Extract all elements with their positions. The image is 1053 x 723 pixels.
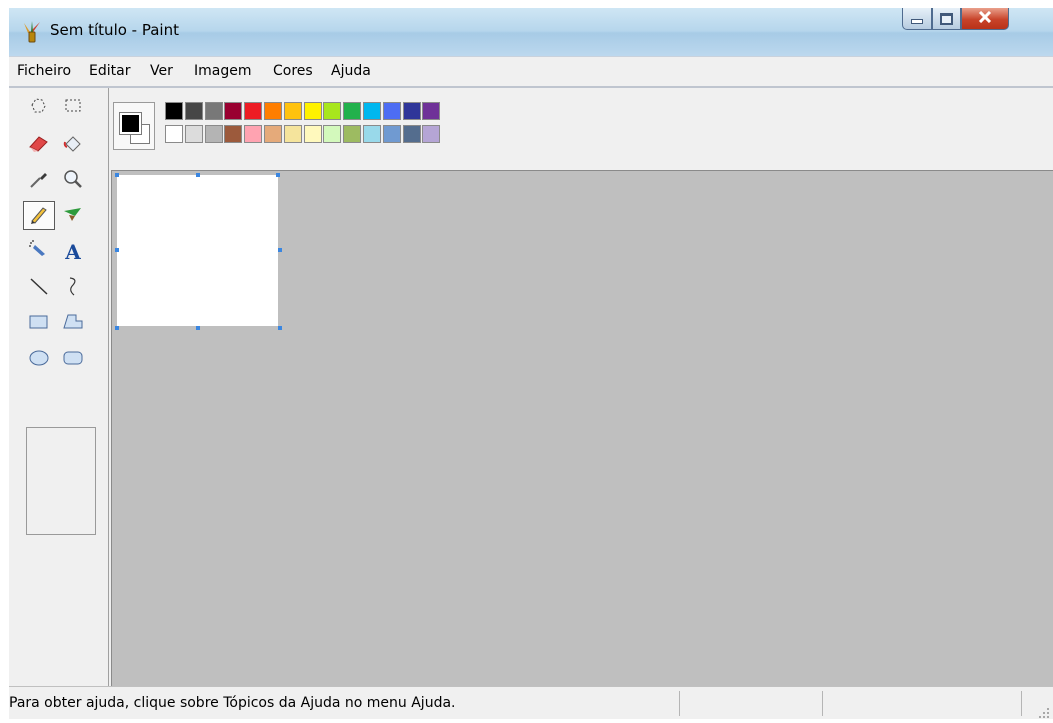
line-icon bbox=[27, 275, 51, 301]
resize-handle-corner[interactable] bbox=[278, 326, 282, 330]
palette-swatch[interactable] bbox=[165, 102, 183, 120]
foreground-color-swatch[interactable] bbox=[120, 113, 141, 134]
minimize-button[interactable] bbox=[902, 8, 932, 30]
free-form-select-icon bbox=[28, 96, 50, 120]
palette-swatch[interactable] bbox=[244, 102, 262, 120]
close-icon bbox=[978, 10, 992, 27]
palette-swatch[interactable] bbox=[383, 125, 401, 143]
drawing-canvas[interactable] bbox=[117, 175, 278, 326]
palette-swatch[interactable] bbox=[224, 102, 242, 120]
menu-ficheiro[interactable]: Ficheiro bbox=[17, 63, 71, 79]
brush-icon bbox=[61, 203, 85, 229]
tool-polygon[interactable] bbox=[57, 309, 89, 338]
palette-swatch[interactable] bbox=[304, 125, 322, 143]
paint-window: Sem título - Paint Ficheiro Editar Ver I… bbox=[9, 8, 1053, 719]
color-picker-icon bbox=[27, 168, 51, 194]
resize-handle bbox=[115, 248, 119, 252]
menu-cores[interactable]: Cores bbox=[273, 63, 313, 79]
window-title: Sem título - Paint bbox=[50, 21, 179, 39]
menu-ver[interactable]: Ver bbox=[150, 63, 173, 79]
status-separator bbox=[679, 691, 680, 716]
tool-free-form-select[interactable] bbox=[23, 93, 55, 122]
tool-select[interactable] bbox=[57, 93, 89, 122]
pencil-icon bbox=[27, 203, 51, 229]
tool-pencil[interactable] bbox=[23, 201, 55, 230]
menu-ajuda[interactable]: Ajuda bbox=[331, 63, 371, 79]
resize-handle bbox=[196, 173, 200, 177]
palette-swatch[interactable] bbox=[363, 102, 381, 120]
palette-swatch[interactable] bbox=[343, 102, 361, 120]
tool-text[interactable]: A bbox=[57, 237, 89, 266]
polygon-icon bbox=[61, 311, 85, 337]
toolbox: A bbox=[13, 88, 109, 686]
resize-handle bbox=[115, 173, 119, 177]
resize-handle bbox=[276, 173, 280, 177]
eraser-icon bbox=[27, 132, 51, 158]
palette-swatch[interactable] bbox=[323, 102, 341, 120]
fill-bucket-icon bbox=[61, 132, 85, 158]
resize-handle-right[interactable] bbox=[278, 248, 282, 252]
current-colors[interactable] bbox=[113, 102, 155, 150]
menu-bar: Ficheiro Editar Ver Imagem Cores Ajuda bbox=[9, 56, 1053, 86]
airbrush-icon bbox=[27, 239, 51, 265]
palette-swatch[interactable] bbox=[165, 125, 183, 143]
tool-options-box[interactable] bbox=[26, 427, 96, 535]
palette-swatch[interactable] bbox=[284, 125, 302, 143]
canvas-area[interactable] bbox=[111, 170, 1053, 686]
palette-swatch[interactable] bbox=[185, 125, 203, 143]
tool-color-picker[interactable] bbox=[23, 166, 55, 195]
resize-handle bbox=[115, 326, 119, 330]
status-text: Para obter ajuda, clique sobre Tópicos d… bbox=[9, 695, 456, 711]
menu-editar[interactable]: Editar bbox=[89, 63, 130, 79]
rectangle-icon bbox=[27, 311, 51, 337]
tool-rounded-rectangle[interactable] bbox=[57, 345, 89, 374]
minimize-icon bbox=[911, 19, 923, 24]
palette-swatch[interactable] bbox=[244, 125, 262, 143]
text-icon: A bbox=[65, 239, 81, 264]
tool-rectangle[interactable] bbox=[23, 309, 55, 338]
title-bar[interactable]: Sem título - Paint bbox=[9, 8, 1053, 56]
palette-swatch[interactable] bbox=[185, 102, 203, 120]
palette-swatch[interactable] bbox=[422, 102, 440, 120]
palette-swatch[interactable] bbox=[304, 102, 322, 120]
select-icon bbox=[62, 96, 84, 120]
tool-line[interactable] bbox=[23, 273, 55, 302]
palette-swatch[interactable] bbox=[422, 125, 440, 143]
palette-swatch[interactable] bbox=[284, 102, 302, 120]
tool-curve[interactable] bbox=[57, 273, 89, 302]
status-separator bbox=[1021, 691, 1022, 716]
tool-airbrush[interactable] bbox=[23, 237, 55, 266]
palette-swatch[interactable] bbox=[383, 102, 401, 120]
tool-brush[interactable] bbox=[57, 201, 89, 230]
palette-swatch[interactable] bbox=[205, 125, 223, 143]
palette-swatch[interactable] bbox=[363, 125, 381, 143]
paint-app-icon bbox=[21, 20, 43, 44]
maximize-button[interactable] bbox=[932, 8, 961, 30]
palette-swatch[interactable] bbox=[264, 102, 282, 120]
palette-swatch[interactable] bbox=[343, 125, 361, 143]
palette-swatch[interactable] bbox=[323, 125, 341, 143]
curve-icon bbox=[61, 275, 85, 301]
status-bar: Para obter ajuda, clique sobre Tópicos d… bbox=[9, 686, 1053, 719]
palette-swatch[interactable] bbox=[224, 125, 242, 143]
palette-swatch[interactable] bbox=[264, 125, 282, 143]
tool-eraser[interactable] bbox=[23, 130, 55, 159]
ellipse-icon bbox=[27, 347, 51, 373]
tool-ellipse[interactable] bbox=[23, 345, 55, 374]
maximize-icon bbox=[940, 12, 953, 25]
palette-swatch[interactable] bbox=[205, 102, 223, 120]
palette-swatch[interactable] bbox=[403, 102, 421, 120]
resize-handle-bottom[interactable] bbox=[196, 326, 200, 330]
rounded-rectangle-icon bbox=[61, 347, 85, 373]
main-area: A bbox=[9, 88, 1053, 686]
palette-swatch[interactable] bbox=[403, 125, 421, 143]
resize-grip-icon[interactable] bbox=[1038, 704, 1050, 718]
color-box bbox=[113, 88, 1053, 170]
magnifier-icon bbox=[61, 168, 85, 194]
tool-magnifier[interactable] bbox=[57, 166, 89, 195]
close-button[interactable] bbox=[961, 8, 1009, 30]
tool-fill[interactable] bbox=[57, 130, 89, 159]
menu-imagem[interactable]: Imagem bbox=[194, 63, 251, 79]
status-separator bbox=[822, 691, 823, 716]
